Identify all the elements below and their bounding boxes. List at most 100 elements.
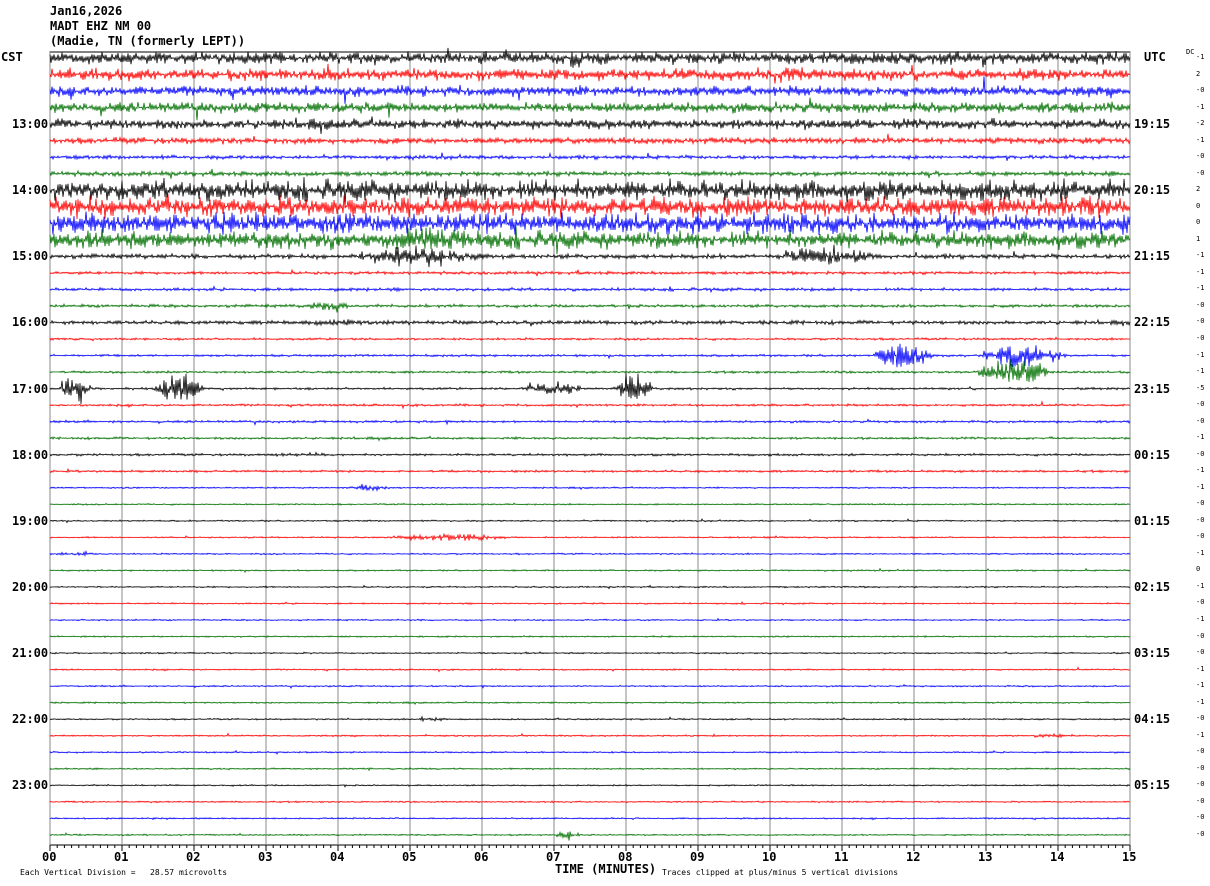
seismic-trace-10: [49, 211, 1131, 236]
clip-note: Traces clipped at plus/minus 5 vertical …: [662, 868, 899, 877]
right-hour-label: 19:15: [1134, 117, 1171, 132]
seismic-trace-1: [49, 63, 1131, 84]
seismic-trace-25: [49, 467, 1131, 474]
dc-offset-value: -0: [1196, 400, 1205, 409]
dc-offset-value: -0: [1196, 168, 1205, 177]
seismic-trace-42: [49, 749, 1131, 755]
right-hour-label: 02:15: [1134, 579, 1171, 594]
left-hour-label: 13:00: [12, 117, 49, 132]
seismic-trace-38: [49, 683, 1131, 690]
dc-offset-value: -1: [1196, 53, 1205, 61]
dc-offset-value: -1: [1196, 267, 1205, 276]
seismic-trace-31: [49, 567, 1131, 573]
seismic-trace-45: [49, 800, 1131, 804]
dc-offset-value: -1: [1196, 433, 1205, 442]
x-tick-label: 03: [258, 850, 273, 864]
dc-offset-value: -0: [1196, 648, 1205, 657]
right-hour-label: 20:15: [1134, 183, 1171, 198]
dc-offset-value: -0: [1196, 152, 1205, 161]
seismic-trace-33: [49, 601, 1131, 606]
dc-offset-value: -1: [1196, 581, 1205, 590]
seismic-trace-47: [49, 830, 1131, 841]
seismic-trace-44: [49, 783, 1131, 788]
x-tick-label: 04: [330, 850, 345, 864]
dc-offset-value: -0: [1196, 763, 1205, 772]
dc-offset-value: -0: [1196, 813, 1205, 822]
dc-offset-value: -0: [1196, 631, 1205, 640]
seismic-trace-26: [49, 484, 1131, 492]
dc-offset-value: -0: [1196, 714, 1205, 723]
x-tick-label: 06: [474, 850, 489, 864]
seismic-trace-41: [49, 732, 1131, 739]
seismic-trace-30: [49, 549, 1131, 558]
seismic-trace-28: [49, 518, 1131, 524]
seismic-trace-17: [49, 336, 1131, 342]
seismic-trace-34: [49, 617, 1131, 622]
seismic-trace-11: [49, 226, 1131, 255]
seismic-trace-46: [49, 816, 1131, 821]
left-hour-label: 14:00: [12, 183, 49, 198]
seismic-trace-23: [49, 435, 1131, 442]
x-tick-label: 09: [690, 850, 705, 864]
right-hour-label: 23:15: [1134, 381, 1171, 396]
dc-offset-value: -0: [1196, 334, 1205, 342]
seismic-trace-35: [49, 634, 1131, 639]
left-hour-label: 21:00: [12, 646, 49, 661]
x-tick-label: 10: [762, 850, 777, 864]
left-hour-label: 15:00: [12, 249, 49, 264]
dc-offset-value: 1: [1196, 234, 1201, 243]
x-axis-title: TIME (MINUTES): [555, 862, 657, 876]
dc-offset-value: -1: [1196, 367, 1205, 376]
x-tick-label: 08: [618, 850, 633, 864]
right-hour-label: 00:15: [1134, 447, 1171, 462]
seismic-trace-36: [49, 651, 1131, 655]
dc-offset-value: -0: [1196, 449, 1205, 458]
x-tick-label: 12: [906, 850, 921, 864]
dc-offset-value: 0: [1196, 565, 1201, 574]
seismic-trace-14: [49, 285, 1131, 294]
left-hour-label: 16:00: [12, 315, 49, 330]
seismic-trace-16: [49, 318, 1131, 327]
x-tick-label: 14: [1050, 850, 1065, 864]
dc-offset-value: -0: [1196, 300, 1205, 309]
dc-offset-value: -2: [1196, 119, 1205, 128]
left-hour-label: 18:00: [12, 447, 49, 462]
seismic-trace-4: [49, 116, 1131, 134]
x-tick-label: 00: [42, 850, 57, 864]
seismic-trace-12: [49, 244, 1131, 268]
seismic-trace-39: [49, 700, 1131, 706]
seismic-trace-3: [49, 97, 1131, 121]
seismic-trace-20: [49, 372, 1131, 404]
dc-offset-value: -1: [1196, 730, 1205, 739]
dc-offset-value: -1: [1196, 466, 1205, 475]
dc-offset-value: -0: [1196, 515, 1205, 524]
dc-offset-value: -0: [1196, 416, 1205, 425]
seismic-trace-37: [49, 666, 1131, 673]
dc-offset-value: -0: [1196, 796, 1205, 805]
x-tick-label: 15: [1122, 850, 1137, 864]
x-tick-label: 05: [402, 850, 417, 864]
x-tick-label: 01: [114, 850, 129, 864]
seismic-trace-40: [49, 715, 1131, 723]
dc-offset-value: -0: [1196, 598, 1205, 607]
dc-offset-value: 0: [1196, 218, 1201, 227]
dc-offset-value: -0: [1196, 317, 1205, 326]
dc-offset-value: -0: [1196, 86, 1205, 95]
seismic-trace-2: [49, 76, 1131, 104]
seismic-trace-5: [49, 133, 1131, 146]
dc-offset-value: -1: [1196, 102, 1205, 111]
seismic-trace-8: [49, 177, 1131, 206]
seismic-trace-21: [49, 400, 1131, 410]
dc-offset-value: -1: [1196, 284, 1205, 293]
left-hour-label: 23:00: [12, 778, 49, 793]
dc-offset-value: -1: [1196, 548, 1205, 557]
dc-offset-value: -0: [1196, 780, 1205, 789]
dc-offset-value: 2: [1196, 185, 1201, 194]
right-hour-label: 03:15: [1134, 646, 1171, 661]
seismic-trace-13: [49, 268, 1131, 277]
seismic-trace-24: [49, 451, 1131, 458]
dc-offset-value: 2: [1196, 69, 1201, 78]
seismic-trace-9: [49, 193, 1131, 220]
x-tick-label: 13: [978, 850, 993, 864]
seismic-trace-27: [49, 502, 1131, 506]
